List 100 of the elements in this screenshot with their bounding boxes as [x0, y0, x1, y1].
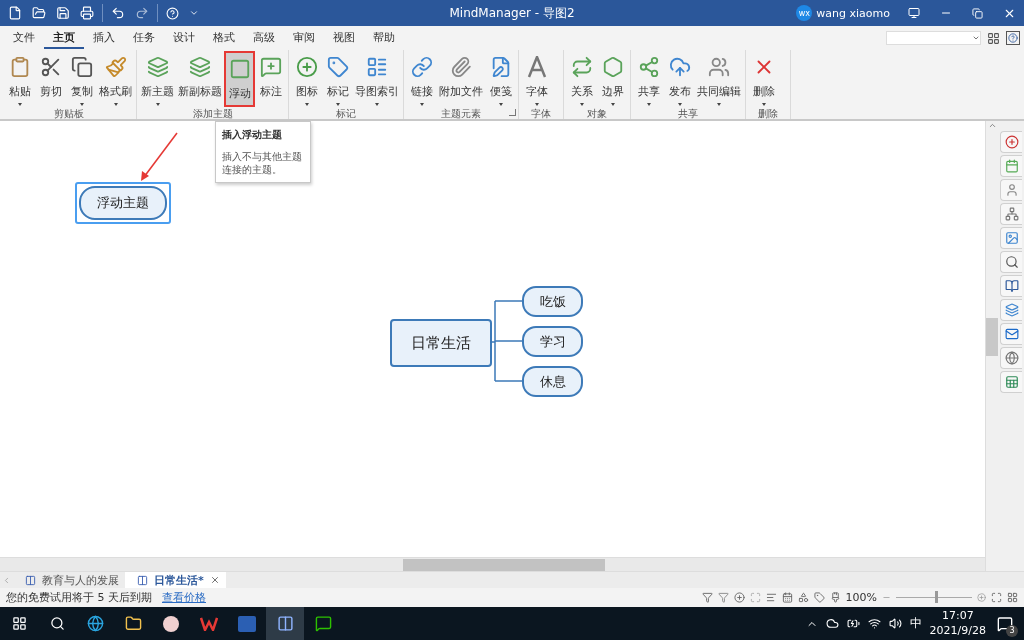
- globe-icon[interactable]: [1000, 347, 1022, 369]
- subtopic: 吃饭: [522, 286, 583, 317]
- ribbon-button[interactable]: 图标: [291, 51, 322, 107]
- user-name[interactable]: wang xiaomo: [816, 6, 890, 20]
- zoom-level: 100%: [845, 591, 877, 604]
- calendar-icon[interactable]: [781, 592, 793, 603]
- scrollbar-thumb[interactable]: [403, 558, 605, 571]
- ribbon-button[interactable]: 新副标题: [176, 51, 224, 107]
- paintbrush-icon: [104, 54, 127, 80]
- zoom-slider-thumb[interactable]: [934, 591, 938, 603]
- link-icon: [410, 54, 433, 80]
- tooltip-text: 插入不与其他主题连接的主题。: [222, 150, 303, 176]
- spreadsheet-icon[interactable]: [1000, 371, 1022, 393]
- menu-tab[interactable]: 审阅: [284, 27, 324, 49]
- shapes-icon[interactable]: [797, 592, 809, 603]
- scroll-up-icon[interactable]: [987, 121, 997, 130]
- document-icon: [137, 574, 148, 586]
- ribbon-button[interactable]: 字体: [521, 51, 552, 107]
- tag-icon[interactable]: [813, 592, 825, 603]
- ribbon-button[interactable]: 发布: [664, 51, 695, 107]
- scrollbar-thumb[interactable]: [986, 318, 998, 356]
- ribbon-button[interactable]: 浮动: [224, 51, 255, 107]
- insert-icon[interactable]: [733, 592, 745, 603]
- menu-tab[interactable]: 视图: [324, 27, 364, 49]
- tag-icon: [326, 54, 349, 80]
- copy-icon: [70, 54, 93, 80]
- wifi-icon[interactable]: [867, 617, 881, 630]
- menu-tab[interactable]: 文件: [4, 27, 44, 49]
- volume-icon[interactable]: [888, 617, 902, 630]
- ribbon-button[interactable]: 便笺: [485, 51, 516, 107]
- group-label: 字体: [531, 107, 551, 121]
- annotation-arrow: [138, 131, 180, 183]
- ribbon-button[interactable]: 复制: [66, 51, 97, 107]
- document-tab[interactable]: 日常生活*: [125, 572, 226, 588]
- format-icon[interactable]: [829, 592, 841, 603]
- boundary-icon: [601, 54, 624, 80]
- ribbon-button[interactable]: 剪切: [35, 51, 66, 107]
- menu-tab[interactable]: 帮助: [364, 27, 404, 49]
- window-title: MindManager - 导图2: [448, 4, 576, 22]
- trial-message: 您的免费试用将于 5 天后到期: [6, 590, 152, 605]
- search-icon[interactable]: [1000, 251, 1022, 273]
- document-icon: [25, 574, 36, 586]
- font-icon: [526, 54, 547, 80]
- ribbon-button[interactable]: 删除: [748, 51, 779, 107]
- group-label: 共享: [678, 107, 698, 121]
- menu-tab[interactable]: 插入: [84, 27, 124, 49]
- group-label: 主题元素: [441, 107, 481, 121]
- menu-tab[interactable]: 设计: [164, 27, 204, 49]
- group-label: 标记: [336, 107, 356, 121]
- book-icon[interactable]: [1000, 275, 1022, 297]
- ribbon-button[interactable]: 新主题: [139, 51, 176, 107]
- mail-icon[interactable]: [1000, 323, 1022, 345]
- ribbon-button[interactable]: 格式刷: [97, 51, 134, 107]
- paperclip-icon: [450, 54, 472, 80]
- central-topic: 日常生活: [390, 319, 492, 367]
- group-label: 对象: [587, 107, 607, 121]
- floating-topic: 浮动主题: [79, 186, 167, 220]
- filter-icon[interactable]: [717, 592, 729, 603]
- vertical-scrollbar[interactable]: [985, 121, 998, 571]
- ribbon-button[interactable]: 附加文件: [437, 51, 485, 107]
- menu-tab[interactable]: 格式: [204, 27, 244, 49]
- menu-tab[interactable]: 任务: [124, 27, 164, 49]
- layout-icon[interactable]: [1007, 592, 1018, 603]
- pricing-link[interactable]: 查看价格: [162, 590, 206, 605]
- person-icon[interactable]: [1000, 179, 1022, 201]
- subtopic: 学习: [522, 326, 583, 357]
- ribbon-button[interactable]: 标记: [322, 51, 353, 107]
- battery-icon[interactable]: [846, 617, 860, 630]
- help-icon[interactable]: [1006, 31, 1020, 45]
- subtopic: 休息: [522, 366, 583, 397]
- dropdown-caret-icon: [972, 34, 980, 42]
- document-tab[interactable]: 教育与人的发展: [13, 572, 125, 588]
- cloud-icon[interactable]: [825, 617, 839, 630]
- user-avatar: wx: [796, 5, 813, 21]
- horizontal-scrollbar[interactable]: [0, 557, 985, 571]
- launcher-icon[interactable]: [509, 109, 516, 116]
- ribbon-button[interactable]: 导图索引: [353, 51, 401, 107]
- ribbon-button[interactable]: 链接: [406, 51, 437, 107]
- ribbon-button[interactable]: 关系: [566, 51, 597, 107]
- filter-icon[interactable]: [701, 592, 713, 603]
- fit-window-icon[interactable]: [991, 592, 1002, 603]
- ribbon-button[interactable]: 边界: [597, 51, 628, 107]
- ribbon-button[interactable]: 共同编辑: [695, 51, 743, 107]
- group-label: 剪贴板: [54, 107, 84, 121]
- outline-icon[interactable]: [765, 592, 777, 603]
- ribbon-button[interactable]: 共享: [633, 51, 664, 107]
- image-icon[interactable]: [1000, 227, 1022, 249]
- ribbon-button[interactable]: 粘贴: [4, 51, 35, 107]
- ribbon-button[interactable]: 标注: [255, 51, 286, 107]
- relationship-icon: [570, 54, 593, 80]
- share-icon: [637, 54, 660, 80]
- clock[interactable]: 17:07 2021/9/28: [929, 608, 986, 639]
- tooltip-title: 插入浮动主题: [222, 128, 283, 142]
- menu-tab[interactable]: 高级: [244, 27, 284, 49]
- input-method[interactable]: 中: [909, 615, 922, 632]
- network-icon[interactable]: [1000, 203, 1022, 225]
- group-label: 删除: [758, 107, 778, 121]
- mindmap-app-icon[interactable]: [266, 607, 304, 640]
- close-icon[interactable]: [209, 575, 220, 585]
- layers-icon[interactable]: [1000, 299, 1022, 321]
